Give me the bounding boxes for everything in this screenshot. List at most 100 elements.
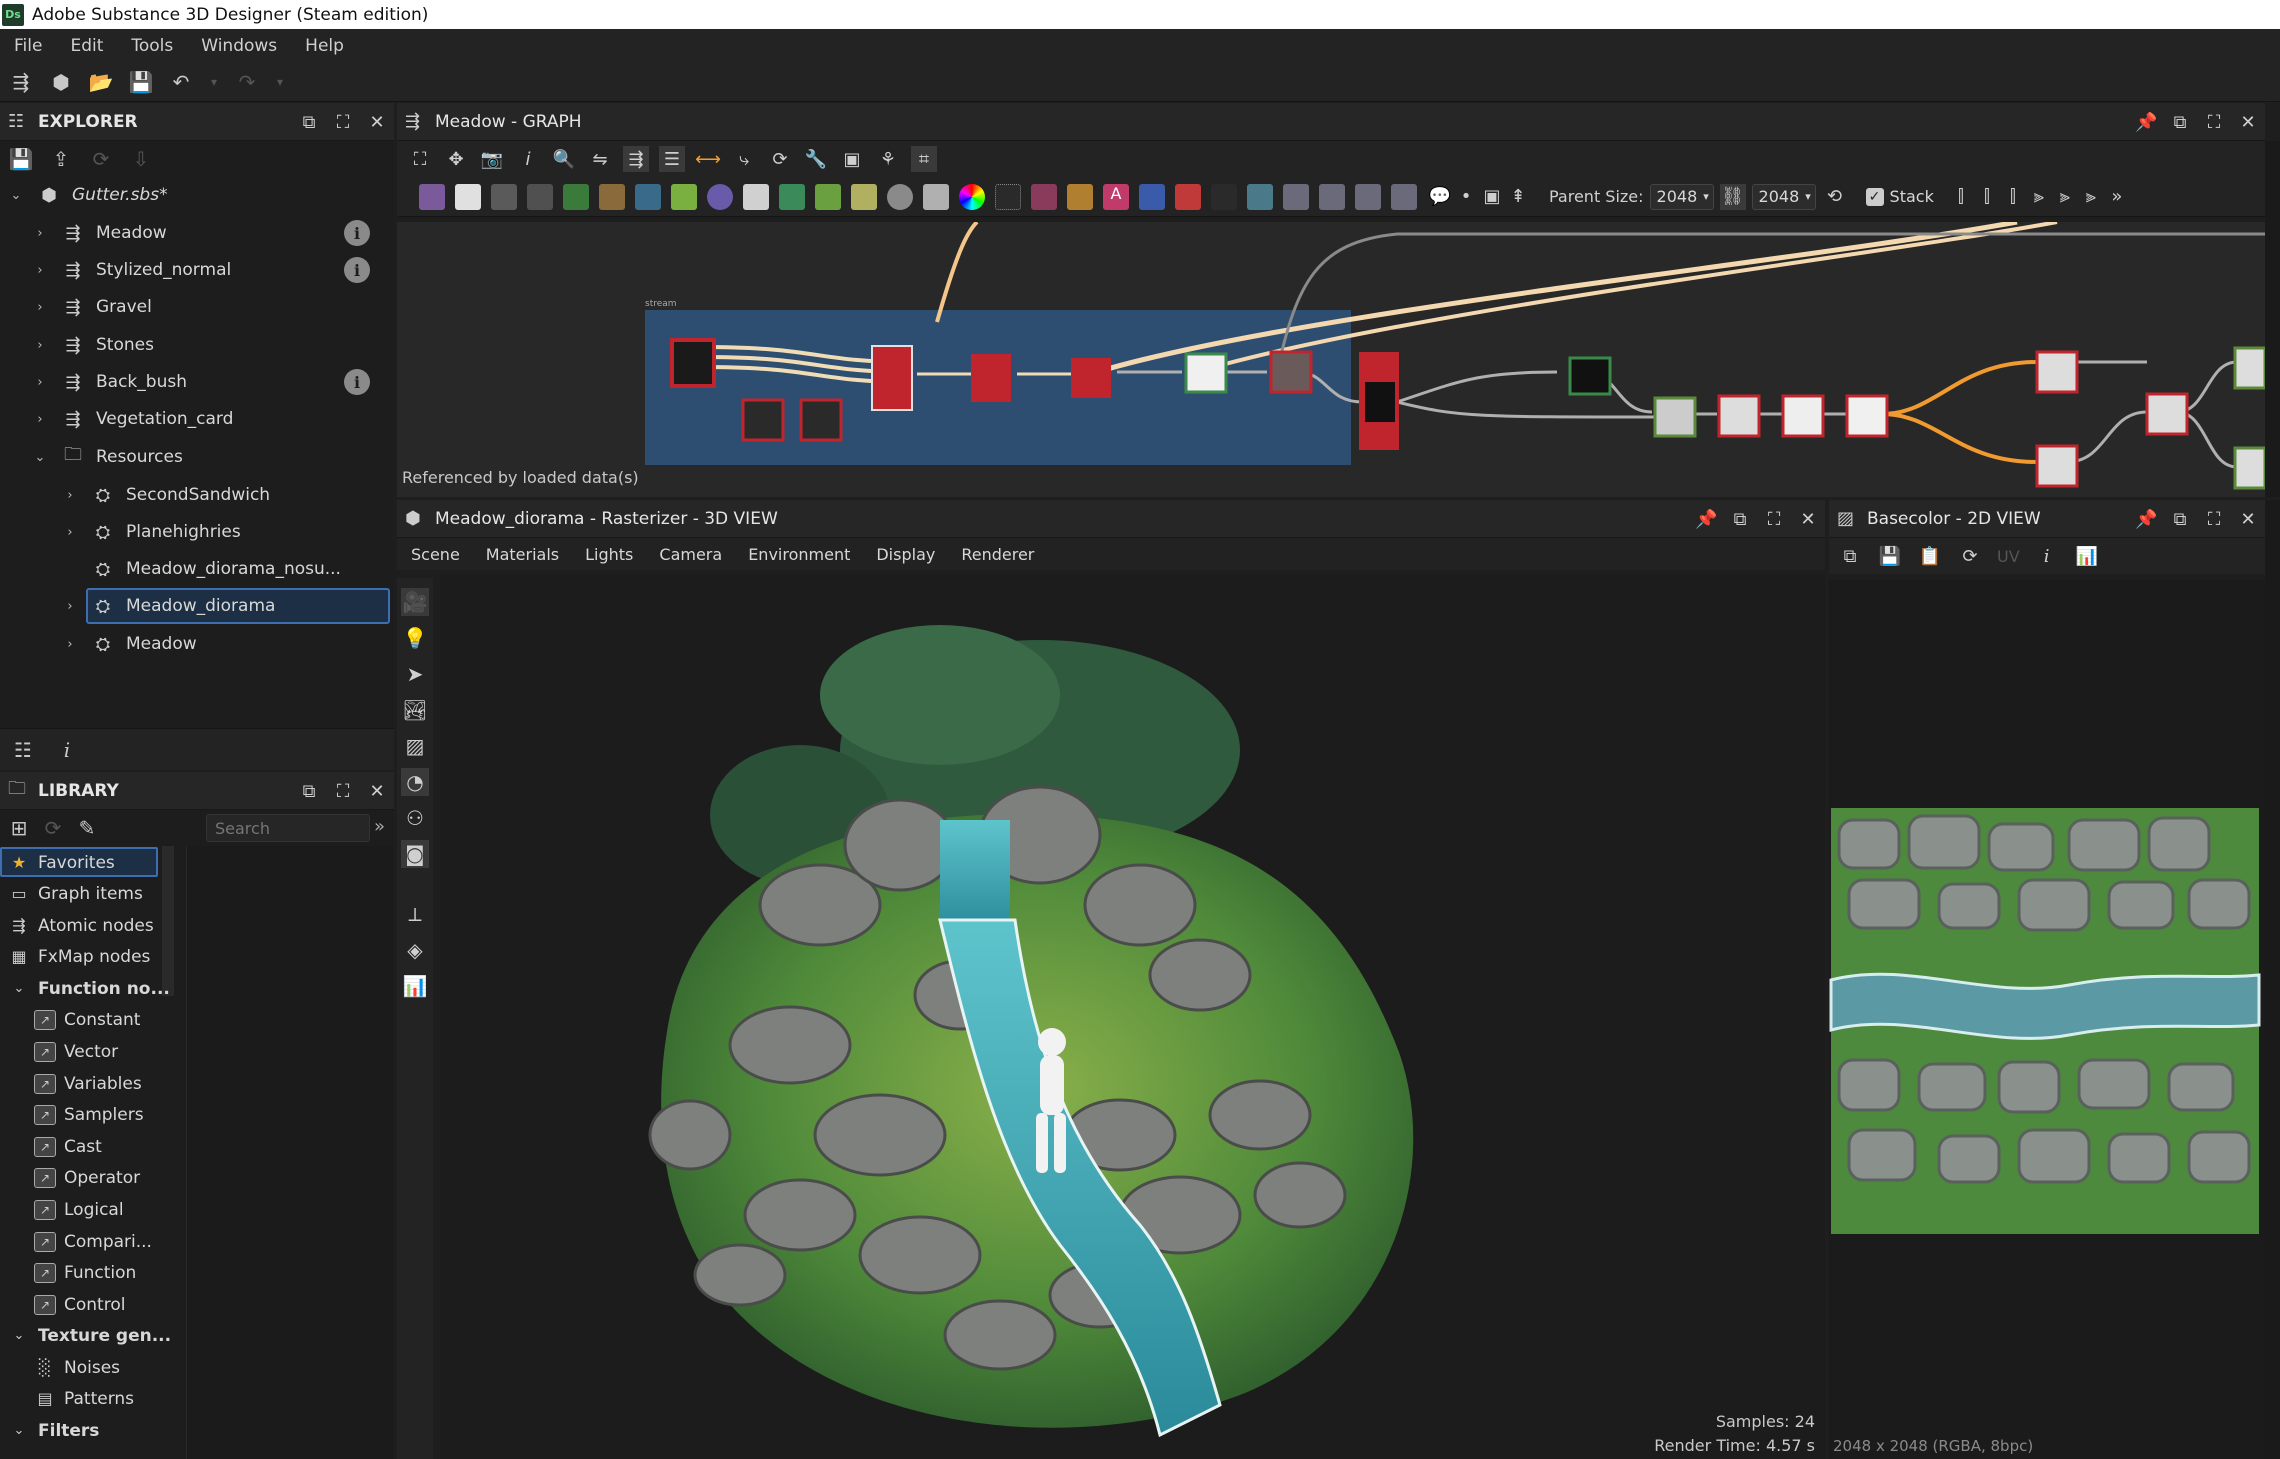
stack-checkbox[interactable]: ✓ [1865, 187, 1884, 206]
pencil-icon[interactable]: ✎ [74, 815, 100, 841]
copy-image-icon[interactable]: ⧉ [1837, 543, 1863, 569]
open-folder-icon[interactable]: 📂 [88, 69, 114, 95]
float-panel-icon[interactable]: ⧉ [1729, 509, 1751, 530]
library-item-vector[interactable]: ↗ Vector [26, 1036, 118, 1067]
redo-icon[interactable]: ↷ [234, 69, 260, 95]
chevron-right-icon[interactable]: › [30, 263, 50, 278]
link-size-icon[interactable]: ⛓ [1719, 183, 1746, 210]
view-scrollbar[interactable] [2265, 500, 2280, 1459]
resource-item-second-sandwich[interactable]: › ⛭ SecondSandwich [60, 477, 270, 513]
bridge-icon[interactable] [1031, 183, 1057, 210]
float-panel-icon[interactable]: ⧉ [2169, 112, 2191, 133]
distribute-top-icon[interactable]: ⫸ [2026, 184, 2052, 210]
explorer-folder-resources[interactable]: ⌄ 🗀 Resources [30, 439, 183, 475]
warp-icon[interactable] [671, 183, 697, 210]
explorer-item-meadow[interactable]: › ⇶ Meadow [30, 215, 166, 251]
search-input[interactable] [207, 815, 369, 841]
close-icon[interactable]: ✕ [2237, 112, 2259, 133]
graph-node[interactable] [971, 354, 1011, 402]
library-item-fxmap-nodes[interactable]: ▦ FxMap nodes [0, 941, 150, 972]
normal-icon[interactable] [1247, 183, 1273, 210]
library-item-constant[interactable]: ↗ Constant [26, 1004, 140, 1035]
screenshot-icon[interactable]: ◙ [401, 840, 429, 868]
graph-node[interactable] [1781, 394, 1825, 438]
chevron-right-icon[interactable]: › [60, 488, 80, 503]
reset-icon[interactable]: ⟲ [1822, 184, 1848, 210]
uv-toggle[interactable]: UV [1997, 547, 2020, 566]
menu-file[interactable]: File [0, 36, 56, 56]
tree-view-icon[interactable]: ☷ [10, 737, 36, 763]
symmetry-icon[interactable] [1067, 183, 1093, 210]
fxmap-icon[interactable] [779, 183, 805, 210]
library-group-texture-generators[interactable]: ⌄ Texture gen... [0, 1320, 172, 1351]
shuffle-icon[interactable] [527, 183, 553, 210]
info-icon[interactable]: i [2034, 543, 2060, 569]
info-icon[interactable]: i [344, 220, 370, 246]
new-package-icon[interactable]: ⬢ [48, 69, 74, 95]
reload-icon[interactable]: ⟳ [88, 146, 114, 172]
undo-icon[interactable]: ↶ [168, 69, 194, 95]
chevron-right-icon[interactable]: › [30, 412, 50, 427]
graph-node[interactable] [1653, 396, 1697, 438]
refresh-library-icon[interactable]: ⟳ [40, 815, 66, 841]
chevron-down-icon[interactable]: ⌄ [8, 979, 30, 999]
pin-icon[interactable]: 📌 [1695, 509, 1717, 530]
explorer-item-stylized-normal[interactable]: › ⇶ Stylized_normal [30, 252, 231, 288]
tile-icon[interactable] [743, 183, 769, 210]
uniform-color-icon[interactable] [455, 183, 481, 210]
clipboard-icon[interactable]: 📋 [1917, 543, 1943, 569]
graph-node[interactable] [2035, 350, 2079, 394]
chevron-down-icon[interactable]: ⌄ [30, 450, 50, 465]
chevron-right-icon[interactable]: › [60, 525, 80, 540]
color-wheel-icon[interactable] [959, 183, 985, 210]
align-icon[interactable]: ☰ [659, 146, 685, 172]
distribute-middle-icon[interactable]: ⫸ [2052, 184, 2078, 210]
maximize-panel-icon[interactable]: ⛶ [332, 781, 354, 802]
layout-graph-icon[interactable]: ⇶ [623, 146, 649, 172]
graph-node[interactable] [2035, 444, 2079, 488]
pin-icon[interactable]: 📌 [2135, 509, 2157, 530]
library-item-function[interactable]: ↗ Function [26, 1257, 136, 1288]
tab-lights[interactable]: Lights [585, 545, 633, 564]
chevron-down-icon[interactable]: ⌄ [6, 188, 26, 203]
library-item-control[interactable]: ↗ Control [26, 1289, 125, 1320]
graph-node[interactable] [2233, 446, 2265, 490]
align-right-icon[interactable]: ⫿ [2000, 184, 2026, 210]
close-icon[interactable]: ✕ [366, 781, 388, 802]
tools-icon[interactable]: 🔧 [803, 146, 829, 172]
menu-tools[interactable]: Tools [117, 36, 187, 56]
chevron-right-icon[interactable]: › [30, 226, 50, 241]
info-icon[interactable]: i [515, 146, 541, 172]
input-icon[interactable] [1319, 183, 1345, 210]
explorer-item-vegetation-card[interactable]: › ⇶ Vegetation_card [30, 401, 233, 437]
graph-node[interactable] [1184, 352, 1228, 394]
chevron-right-icon[interactable]: › [60, 599, 80, 614]
package-row[interactable]: ⌄ ⬢ Gutter.sbs* [6, 177, 168, 213]
graph-node[interactable] [1269, 350, 1313, 394]
library-item-patterns[interactable]: ▤ Patterns [26, 1383, 134, 1414]
float-panel-icon[interactable]: ⧉ [298, 112, 320, 133]
new-graph-icon[interactable]: ⇶ [8, 69, 34, 95]
axis-icon[interactable]: ⟂ [401, 900, 429, 928]
graph-node[interactable] [1717, 394, 1761, 438]
resource-item-meadow-diorama[interactable]: › ⛭ Meadow_diorama [60, 588, 275, 624]
library-group-filters[interactable]: ⌄ Filters [0, 1415, 100, 1446]
float-panel-icon[interactable]: ⧉ [2169, 509, 2191, 530]
pixel-processor-icon[interactable] [1355, 183, 1381, 210]
tab-environment[interactable]: Environment [748, 545, 850, 564]
resource-item-planehighries[interactable]: › ⛭ Planehighries [60, 514, 240, 550]
close-icon[interactable]: ✕ [366, 112, 388, 133]
chevron-right-icon[interactable]: › [30, 375, 50, 390]
histogram-icon[interactable]: 📊 [401, 972, 429, 1000]
info-icon[interactable]: i [344, 369, 370, 395]
viewport-3d[interactable]: Samples: 24 Render Time: 4.57 s [440, 575, 1825, 1459]
viewport-2d[interactable]: 2048 x 2048 (RGBA, 8bpc) [1829, 580, 2265, 1459]
add-library-icon[interactable]: ⊞ [6, 815, 32, 841]
rotate-icon[interactable]: ⟳ [767, 146, 793, 172]
text-icon[interactable]: A [1103, 183, 1129, 210]
menu-edit[interactable]: Edit [56, 36, 117, 56]
link-orange-icon[interactable]: ⟷ [695, 146, 721, 172]
sphere-icon[interactable] [887, 183, 913, 210]
align-center-icon[interactable]: ⫿ [1974, 184, 2000, 210]
environment-icon[interactable]: 🏞 [401, 696, 429, 724]
